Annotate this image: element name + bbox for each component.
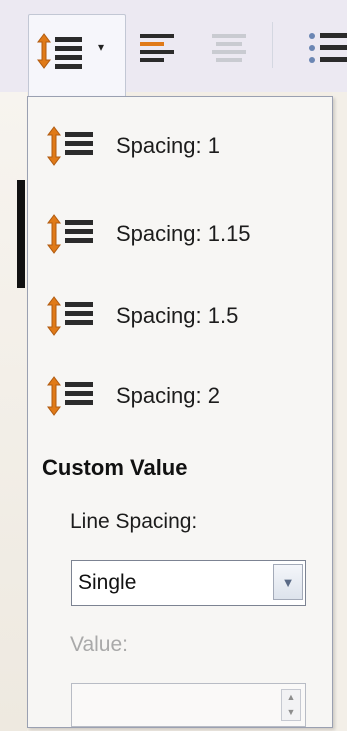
- toolbar: ▾: [0, 0, 347, 99]
- line-spacing-icon: [47, 376, 93, 416]
- bulleted-list-icon[interactable]: [302, 28, 347, 68]
- line-spacing-label: Line Spacing:: [70, 510, 198, 533]
- toolbar-divider: [272, 22, 273, 68]
- menu-item-label: Spacing: 1.15: [116, 221, 251, 246]
- document-edge-right: [332, 92, 347, 731]
- spin-buttons[interactable]: ▲ ▼: [281, 689, 301, 721]
- spacing-1-15-item[interactable]: Spacing: 1.15: [28, 205, 332, 263]
- spacing-1-item[interactable]: Spacing: 1: [28, 117, 332, 175]
- menu-item-label: Spacing: 2: [116, 383, 220, 408]
- custom-value-heading: Custom Value: [42, 455, 188, 480]
- line-spacing-icon: [47, 296, 93, 336]
- line-spacing-menu: Spacing: 1 Spacing: 1.15 Spacing: 1.5 Sp…: [27, 96, 333, 728]
- value-spinner[interactable]: ▲ ▼: [71, 683, 306, 727]
- chevron-down-icon[interactable]: ▼: [273, 564, 303, 600]
- menu-item-label: Spacing: 1.5: [116, 303, 239, 328]
- line-spacing-icon: [47, 126, 93, 166]
- menu-item-label: Spacing: 1: [116, 133, 220, 158]
- line-spacing-icon: [37, 33, 82, 69]
- chevron-down-icon[interactable]: ▾: [98, 40, 104, 54]
- spacing-2-item[interactable]: Spacing: 2: [28, 367, 332, 425]
- align-center-icon[interactable]: [208, 30, 252, 66]
- line-spacing-value: Single: [78, 571, 137, 594]
- line-spacing-select[interactable]: Single ▼: [71, 560, 306, 606]
- document-edge-bar: [17, 180, 25, 288]
- spacing-1-5-item[interactable]: Spacing: 1.5: [28, 287, 332, 345]
- align-left-icon[interactable]: [136, 30, 180, 66]
- line-spacing-icon: [47, 214, 93, 254]
- value-label: Value:: [70, 633, 128, 656]
